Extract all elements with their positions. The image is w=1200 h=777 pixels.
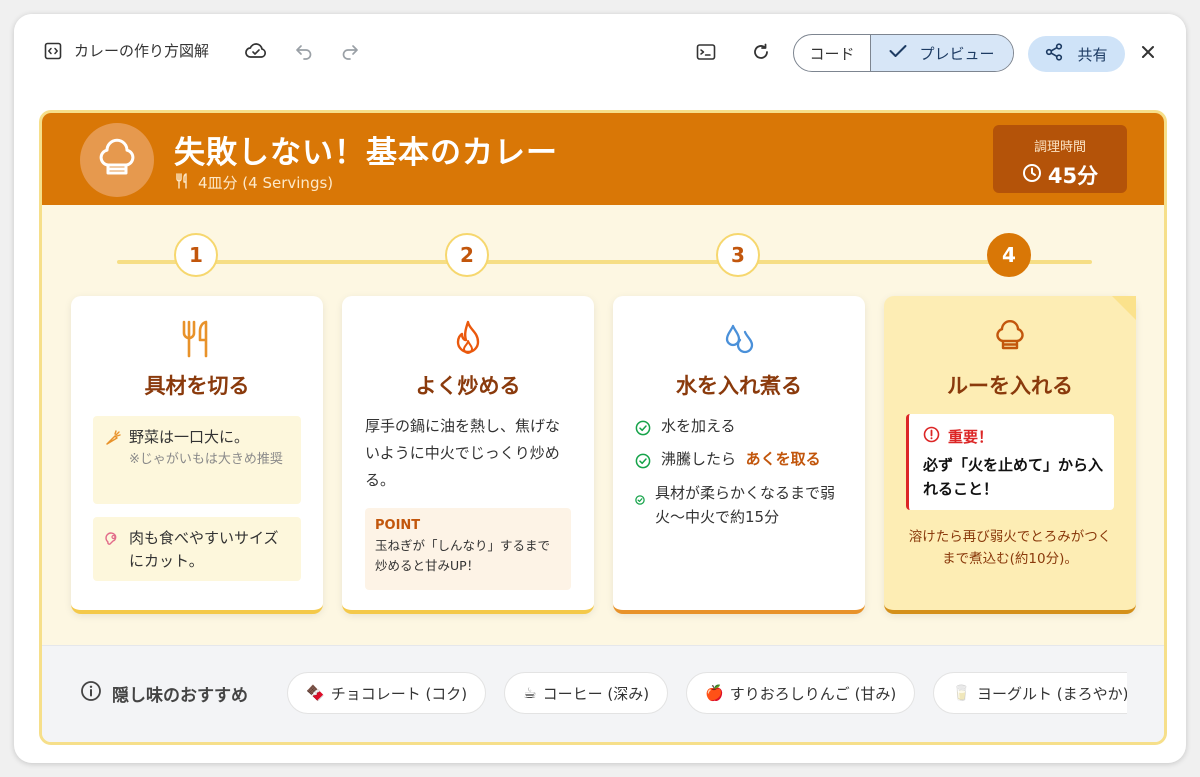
step-number-3: 3 [716, 233, 760, 277]
step-body: 厚手の鍋に油を熱し、焦げないように中火でじっくり炒める。 [365, 417, 561, 489]
app-window: カレーの作り方図解 コード プレビュー 共有 失敗しない！基本のカレー 4皿分 … [14, 14, 1186, 763]
refresh-icon[interactable] [751, 42, 771, 62]
code-file-icon [44, 42, 62, 60]
chocolate-icon: 🍫 [306, 684, 325, 702]
step-number-2: 2 [445, 233, 489, 277]
tip-vegetables: 野菜は一口大に。 ※じゃがいもは大きめ推奨 [93, 416, 301, 504]
share-label: 共有 [1077, 45, 1108, 64]
alert-circle-icon [923, 426, 940, 447]
servings-text: 4皿分 (4 Servings) [198, 174, 334, 192]
chef-hat-icon [884, 320, 1136, 354]
step-card-4: ルーを入れる 重要！ 必ず「火を止めて」から入れること！ 溶けたら再び弱火でとろ… [884, 296, 1136, 614]
chip-yogurt[interactable]: 🥛 ヨーグルト (まろやか) [933, 672, 1127, 714]
progress-line [117, 260, 1092, 264]
step-title: 水を入れ煮る [676, 374, 802, 398]
chip-label: チョコレート (コク) [330, 684, 468, 703]
tip-meat: 肉も食べやすいサイズにカット。 [93, 517, 301, 581]
meat-icon [105, 531, 121, 571]
utensils-icon [174, 172, 190, 193]
chip-label: ヨーグルト (まろやか) [976, 684, 1127, 703]
warning-text: 必ず「火を止めて」から入れること！ [923, 456, 1104, 498]
chip-label: すりおろしりんご (甘み) [729, 684, 897, 703]
check-text: 水を加える [661, 417, 736, 435]
preview-tab[interactable]: プレビュー [871, 35, 1013, 71]
chip-label: コーヒー (深み) [542, 684, 650, 703]
warning-box: 重要！ 必ず「火を止めて」から入れること！ [906, 414, 1114, 510]
share-button[interactable]: 共有 [1028, 36, 1125, 72]
check-circle-icon [635, 452, 651, 476]
view-toggle: コード プレビュー [793, 34, 1014, 72]
carrot-icon [105, 430, 121, 494]
close-icon[interactable] [1140, 44, 1156, 60]
cloud-save-icon[interactable] [244, 40, 268, 62]
apple-icon: 🍎 [705, 684, 724, 702]
check-item: 水を加える [635, 414, 736, 443]
check-circle-icon [635, 488, 645, 512]
recipe-card: 失敗しない！基本のカレー 4皿分 (4 Servings) 調理時間 45分 1… [39, 110, 1167, 745]
check-text: 沸騰したら [661, 450, 737, 468]
chip-coffee[interactable]: ☕ コーヒー (深み) [504, 672, 669, 714]
check-circle-icon [635, 419, 651, 443]
point-label: POINT [375, 518, 421, 533]
recipe-header: 失敗しない！基本のカレー 4皿分 (4 Servings) 調理時間 45分 [42, 113, 1164, 205]
step-title: ルーを入れる [947, 374, 1073, 398]
cook-time-label: 調理時間 [1033, 140, 1086, 155]
toolbar: カレーの作り方図解 コード プレビュー 共有 [14, 14, 1186, 90]
chip-list: 🍫 チョコレート (コク) ☕ コーヒー (深み) 🍎 すりおろしりんご (甘み… [287, 672, 1127, 718]
chef-hat-icon [99, 138, 135, 175]
preview-tab-label: プレビュー [919, 44, 995, 63]
tip-note: ※じゃがいもは大きめ推奨 [129, 452, 283, 467]
corner-fold [1112, 296, 1136, 320]
droplets-icon [613, 320, 865, 356]
step-card-1: 具材を切る 野菜は一口大に。 ※じゃがいもは大きめ推奨 肉も食べやすいサイズにカ… [71, 296, 323, 614]
servings-info: 4皿分 (4 Servings) [174, 172, 333, 193]
check-item: 沸騰したら あくを取る [635, 447, 821, 476]
chip-apple[interactable]: 🍎 すりおろしりんご (甘み) [686, 672, 916, 714]
check-highlight: あくを取る [745, 450, 821, 468]
info-icon [80, 680, 102, 707]
cook-time-box: 調理時間 45分 [993, 125, 1127, 193]
clock-icon [1022, 163, 1042, 188]
document-title[interactable]: カレーの作り方図解 [74, 40, 209, 61]
tip-text: 野菜は一口大に。 [129, 428, 250, 446]
chip-chocolate[interactable]: 🍫 チョコレート (コク) [287, 672, 487, 714]
step-number-1: 1 [174, 233, 218, 277]
yogurt-icon: 🥛 [952, 684, 971, 702]
hidden-flavor-footer: 隠し味のおすすめ 🍫 チョコレート (コク) ☕ コーヒー (深み) 🍎 すりお… [42, 645, 1164, 742]
after-text: 溶けたら再び弱火でとろみがつくまで煮込む(約10分)。 [908, 529, 1112, 567]
chef-hat-avatar [80, 123, 154, 197]
warning-title: 重要！ [948, 428, 994, 446]
flame-icon [342, 320, 594, 356]
step-title: 具材を切る [144, 374, 250, 398]
check-item: 具材が柔らかくなるまで弱火〜中火で約15分 [635, 481, 845, 529]
share-icon [1045, 43, 1063, 65]
undo-icon[interactable] [294, 42, 314, 60]
step-card-2: よく炒める 厚手の鍋に油を熱し、焦げないように中火でじっくり炒める。 POINT… [342, 296, 594, 614]
tip-text: 肉も食べやすいサイズにカット。 [129, 529, 279, 570]
cook-time: 45分 [993, 160, 1127, 190]
step-title: よく炒める [415, 374, 521, 398]
terminal-icon[interactable] [696, 43, 716, 61]
check-icon [889, 44, 907, 62]
check-text: 具材が柔らかくなるまで弱火〜中火で約15分 [655, 484, 836, 526]
redo-icon[interactable] [340, 42, 360, 60]
recipe-title: 失敗しない！基本のカレー [174, 135, 558, 171]
point-box: POINT 玉ねぎが「しんなり」するまで炒めると甘みUP！ [365, 508, 571, 590]
cook-time-value: 45分 [1047, 164, 1099, 188]
point-text: 玉ねぎが「しんなり」するまで炒めると甘みUP！ [375, 538, 551, 573]
coffee-icon: ☕ [523, 684, 537, 702]
code-tab[interactable]: コード [794, 35, 871, 71]
step-number-4: 4 [987, 233, 1031, 277]
step-card-3: 水を入れ煮る 水を加える 沸騰したら あくを取る 具材が柔らかくなるまで弱火〜中… [613, 296, 865, 614]
code-tab-label: コード [809, 44, 855, 63]
footer-label-text: 隠し味のおすすめ [112, 686, 248, 706]
footer-label: 隠し味のおすすめ [80, 680, 248, 707]
utensils-icon [71, 320, 323, 358]
